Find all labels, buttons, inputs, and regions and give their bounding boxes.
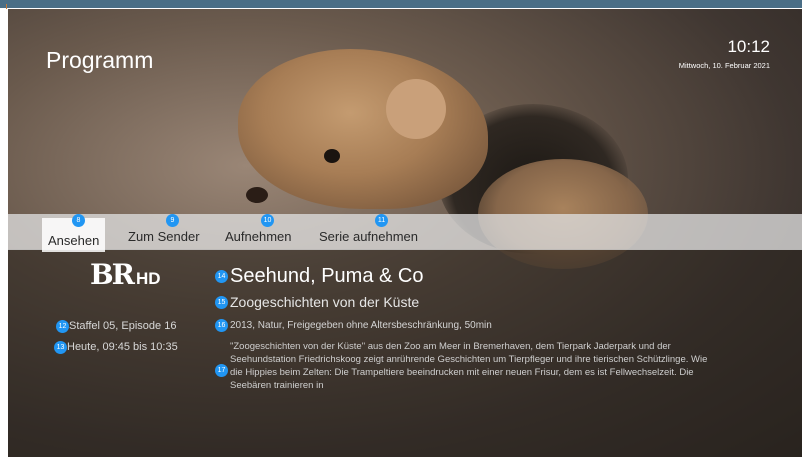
channel-logo-hd: HD [135,269,161,288]
callout-badge-15: 15 [215,296,228,309]
tv-screen: Programm 10:12 Mittwoch, 10. Februar 202… [8,9,802,457]
background-nose [246,187,268,203]
callout-badge-12: 12 [56,320,69,333]
watch-button-label: Ansehen [48,233,100,248]
airtime-info: Heute, 09:45 bis 10:35 [67,341,178,353]
record-series-button[interactable]: Serie aufnehmen [313,224,424,250]
callout-badge-14: 14 [215,270,228,283]
background-ear [386,79,446,139]
episode-info: Staffel 05, Episode 16 [69,320,177,332]
channel-logo-br: BR [90,258,135,291]
callout-badge-9: 9 [166,214,179,227]
callout-badge-16: 16 [215,319,228,332]
to-channel-button-label: Zum Sender [128,229,200,244]
action-bar: Ansehen 8 Zum Sender 9 Aufnehmen 10 Seri… [8,214,802,252]
corner-mark [6,4,7,9]
clock-date: Mittwoch, 10. Februar 2021 [678,61,770,70]
top-border [0,0,802,9]
callout-badge-11: 11 [375,214,388,227]
to-channel-button[interactable]: Zum Sender [122,224,206,250]
show-title: Seehund, Puma & Co [230,265,424,287]
clock-time: 10:12 [727,37,770,56]
record-button-label: Aufnehmen [225,229,292,244]
callout-badge-10: 10 [261,214,274,227]
background-mongoose [238,49,488,209]
callout-badge-17: 17 [215,364,228,377]
page-title: Programm [46,47,154,73]
channel-logo: BR HD [90,258,161,291]
record-button[interactable]: Aufnehmen [219,224,298,250]
show-description: "Zoogeschichten von der Küste" aus den Z… [230,341,708,391]
callout-badge-8: 8 [72,214,85,227]
background-eye [324,149,340,163]
show-info: 2013, Natur, Freigegeben ohne Altersbesc… [230,320,492,331]
record-series-button-label: Serie aufnehmen [319,229,419,244]
callout-badge-13: 13 [54,341,67,354]
show-subtitle: Zoogeschichten von der Küste [230,294,420,310]
